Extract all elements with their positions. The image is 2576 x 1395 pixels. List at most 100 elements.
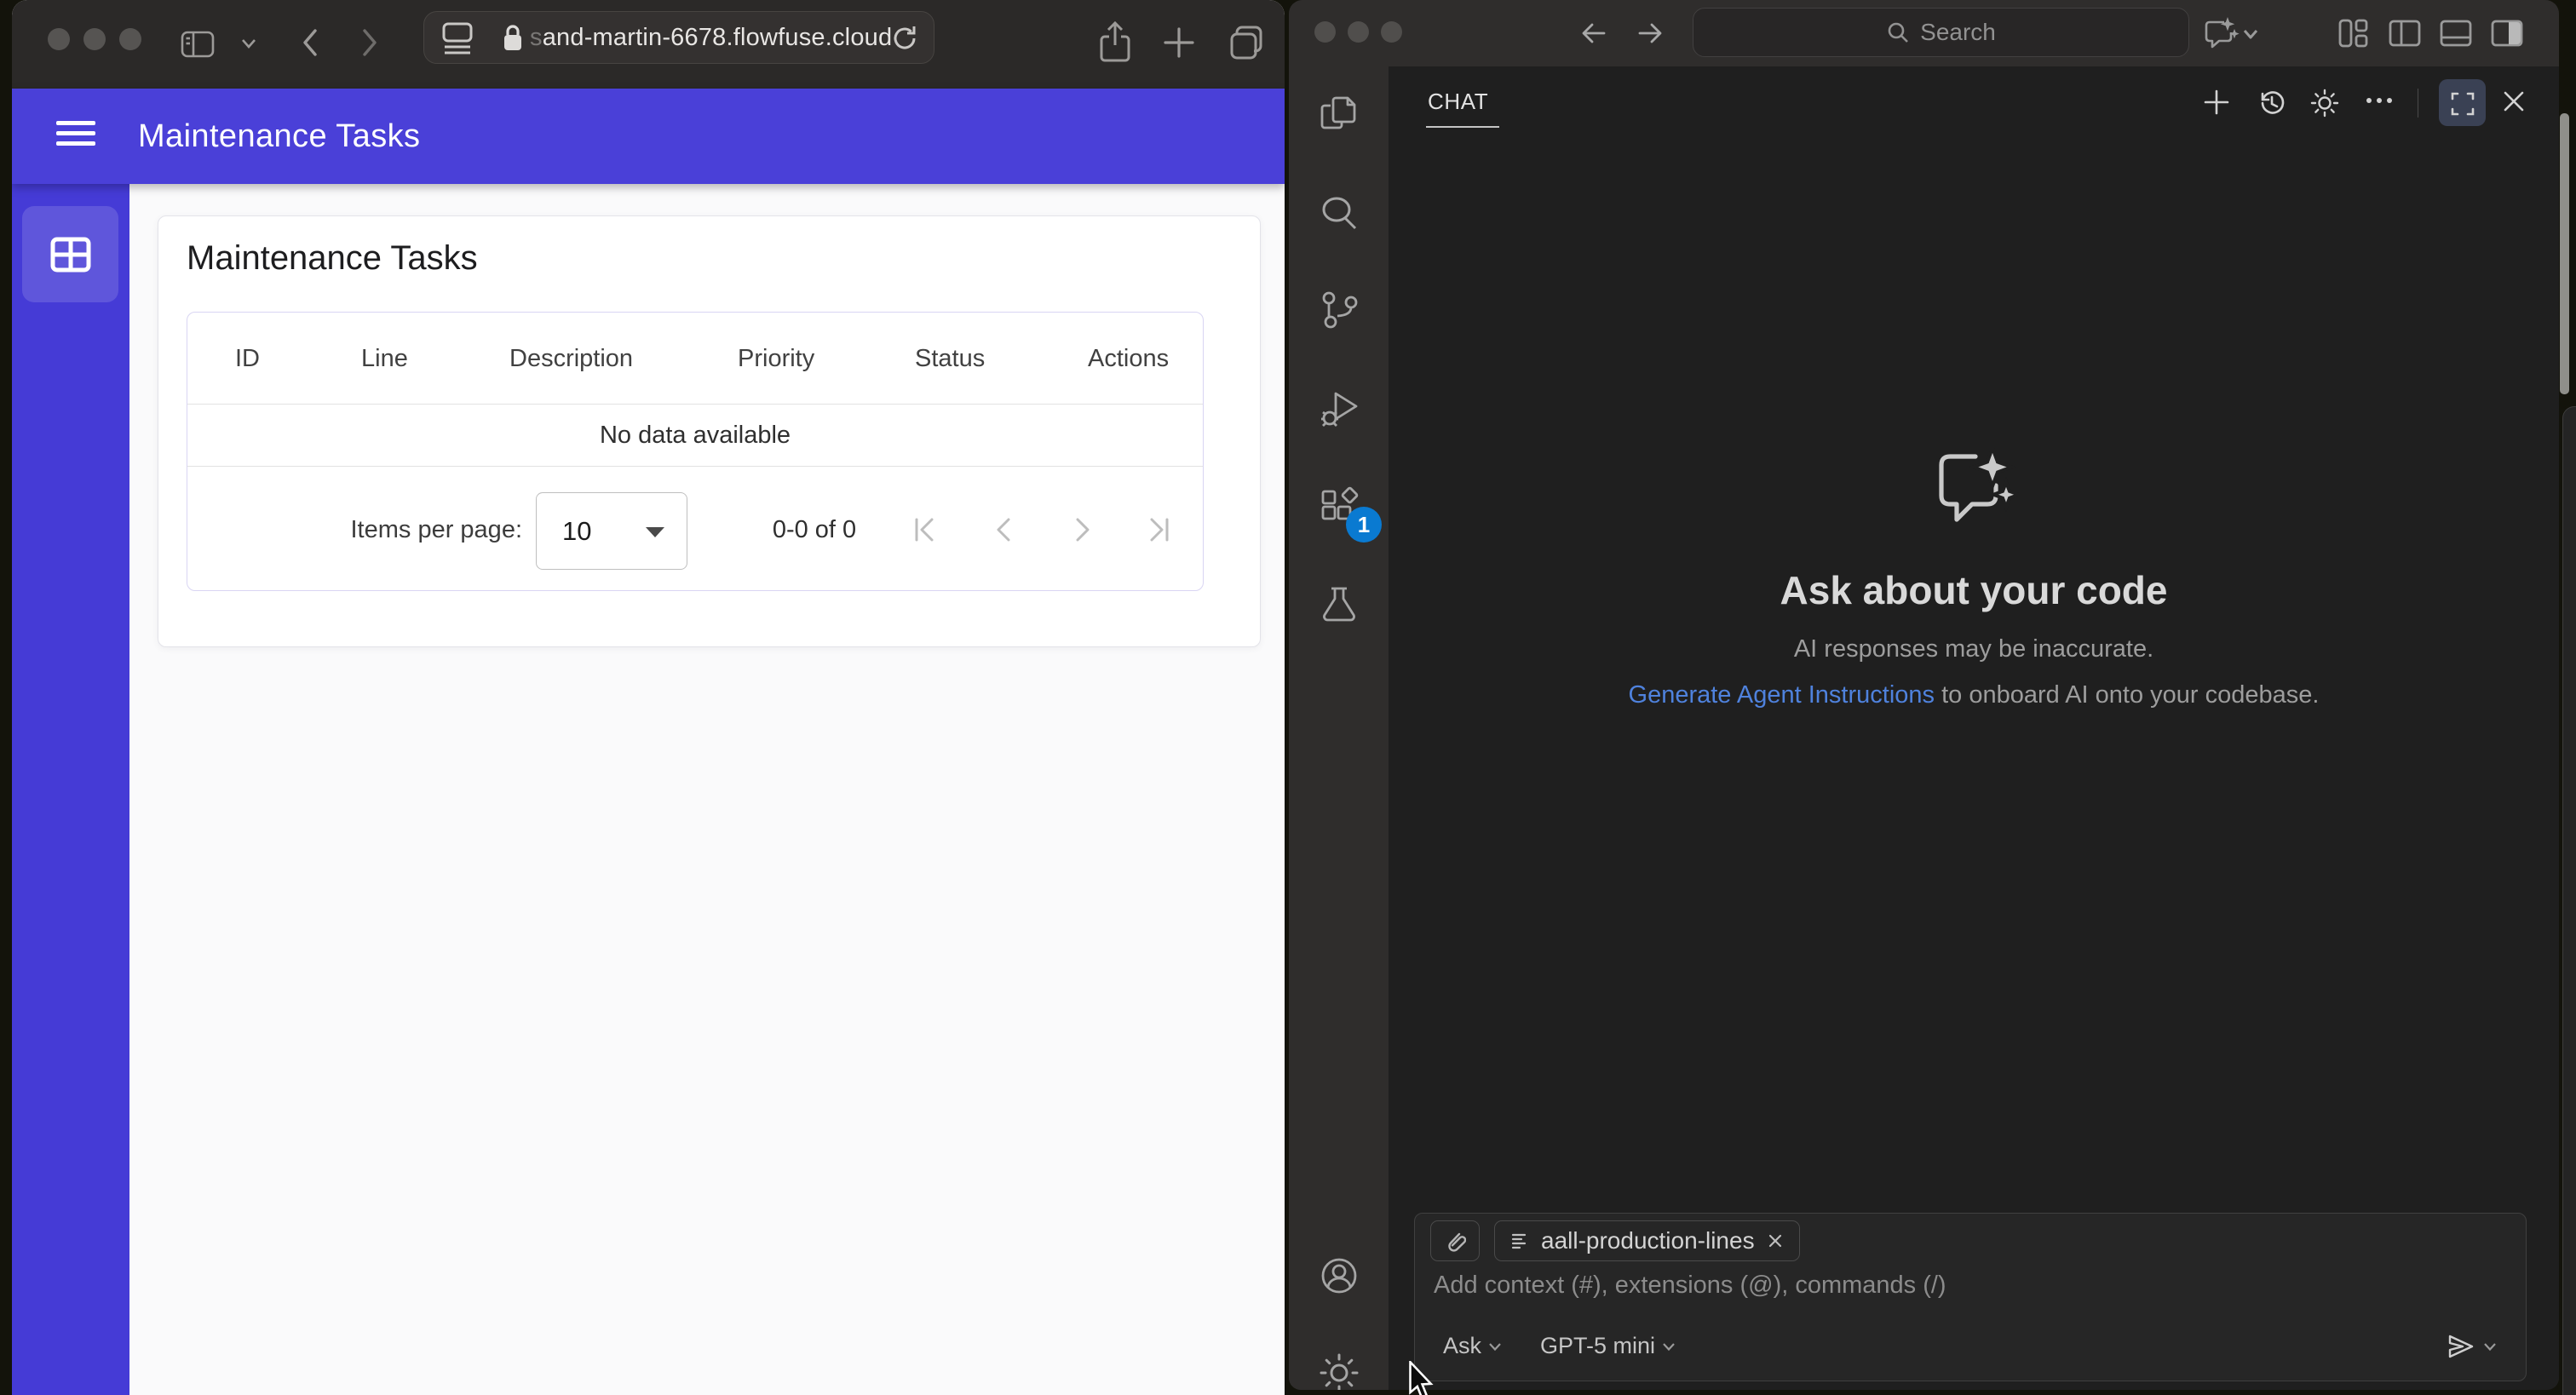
attach-button[interactable] bbox=[1430, 1220, 1480, 1261]
minimize-window-button[interactable] bbox=[83, 28, 106, 50]
hamburger-icon[interactable] bbox=[56, 121, 95, 146]
model-picker[interactable]: GPT-5 mini bbox=[1540, 1333, 1676, 1359]
page-settings-icon[interactable] bbox=[441, 20, 475, 56]
items-per-page-value: 10 bbox=[562, 516, 592, 546]
empty-link-line: Generate Agent Instructions to onboard A… bbox=[1389, 681, 2559, 709]
explorer-icon[interactable] bbox=[1319, 94, 1360, 135]
new-chat-icon[interactable] bbox=[2203, 89, 2230, 116]
paperclip-icon bbox=[1444, 1228, 1466, 1254]
settings-gear-icon[interactable] bbox=[1319, 1352, 1360, 1390]
column-header-status[interactable]: Status bbox=[915, 313, 985, 405]
app-bar-title: Maintenance Tasks bbox=[138, 118, 421, 154]
close-window-button[interactable] bbox=[48, 28, 70, 50]
copilot-menu-icon[interactable] bbox=[2202, 15, 2258, 53]
app-bar: Maintenance Tasks bbox=[12, 89, 1285, 184]
more-actions-icon[interactable] bbox=[2365, 95, 2394, 106]
empty-title: Ask about your code bbox=[1780, 568, 2168, 612]
mouse-cursor bbox=[1406, 1361, 1435, 1395]
chat-input-placeholder[interactable]: Add context (#), extensions (@), command… bbox=[1434, 1272, 1946, 1300]
chat-tab-underline bbox=[1426, 126, 1499, 128]
previous-page-button[interactable] bbox=[986, 511, 1023, 548]
column-header-line[interactable]: Line bbox=[361, 313, 408, 405]
back-button[interactable] bbox=[298, 22, 322, 63]
safari-window: sand-martin-6678.flowfuse.cloud Maintena… bbox=[12, 0, 1285, 1395]
maximize-panel-icon[interactable] bbox=[2449, 90, 2476, 118]
list-icon bbox=[1510, 1231, 1529, 1250]
attachment-chip[interactable]: aall-production-lines bbox=[1494, 1220, 1800, 1261]
toggle-sidebar-icon[interactable] bbox=[2388, 19, 2422, 48]
tasks-card: Maintenance Tasks ID Line Description Pr… bbox=[158, 215, 1261, 647]
chevron-down-icon[interactable] bbox=[240, 37, 257, 49]
close-window-button[interactable] bbox=[1314, 21, 1336, 43]
search-icon[interactable] bbox=[1319, 192, 1360, 233]
search-placeholder: Search bbox=[1920, 19, 1996, 45]
column-header-actions[interactable]: Actions bbox=[1088, 313, 1169, 405]
remove-attachment-icon[interactable] bbox=[1767, 1232, 1784, 1249]
reload-icon[interactable] bbox=[889, 23, 920, 54]
history-back-icon[interactable] bbox=[1578, 18, 1609, 49]
toggle-secondary-sidebar-icon[interactable] bbox=[2490, 19, 2524, 48]
mode-picker[interactable]: Ask bbox=[1443, 1333, 1502, 1359]
card-title: Maintenance Tasks bbox=[187, 239, 478, 277]
send-button[interactable] bbox=[2446, 1333, 2497, 1360]
zoom-window-button[interactable] bbox=[119, 28, 141, 50]
lock-icon bbox=[499, 22, 526, 55]
desktop: sand-martin-6678.flowfuse.cloud Maintena… bbox=[0, 0, 2576, 1395]
vscode-search-field[interactable]: Search bbox=[1693, 8, 2189, 57]
chat-settings-gear-icon[interactable] bbox=[2310, 89, 2339, 118]
first-page-button[interactable] bbox=[906, 511, 944, 548]
safari-toolbar: sand-martin-6678.flowfuse.cloud bbox=[12, 0, 1285, 89]
generate-instructions-link[interactable]: Generate Agent Instructions bbox=[1629, 681, 1935, 709]
url-capsule[interactable]: sand-martin-6678.flowfuse.cloud bbox=[423, 11, 934, 64]
new-tab-icon[interactable] bbox=[1160, 24, 1198, 61]
minimize-window-button[interactable] bbox=[1348, 21, 1369, 43]
chat-tab[interactable]: CHAT bbox=[1428, 89, 1488, 115]
next-page-button[interactable] bbox=[1063, 511, 1101, 548]
forward-button[interactable] bbox=[358, 22, 382, 63]
source-control-icon[interactable] bbox=[1319, 290, 1360, 330]
activity-bar: 1 bbox=[1289, 66, 1389, 1390]
column-header-priority[interactable]: Priority bbox=[738, 313, 814, 405]
history-forward-icon[interactable] bbox=[1635, 18, 1665, 49]
last-page-button[interactable] bbox=[1140, 511, 1177, 548]
table-footer: Items per page: 10 0-0 of 0 bbox=[187, 467, 1203, 591]
chat-input-container[interactable]: aall-production-lines Add context (#), e… bbox=[1414, 1213, 2527, 1381]
toggle-panel-icon[interactable] bbox=[2439, 19, 2473, 48]
run-debug-icon[interactable] bbox=[1319, 388, 1360, 429]
column-header-id[interactable]: ID bbox=[235, 313, 260, 405]
close-panel-icon[interactable] bbox=[2501, 89, 2527, 114]
url-text[interactable]: sand-martin-6678.flowfuse.cloud bbox=[530, 12, 892, 63]
items-per-page-select[interactable]: 10 bbox=[536, 492, 687, 570]
column-header-description[interactable]: Description bbox=[509, 313, 633, 405]
chevron-down-icon bbox=[1663, 1342, 1675, 1351]
chat-panel: CHAT Ask about your code AI responses ma… bbox=[1389, 66, 2559, 1390]
items-per-page-label: Items per page: bbox=[350, 516, 523, 543]
share-icon[interactable] bbox=[1095, 20, 1135, 67]
table-grid-icon bbox=[49, 236, 92, 273]
customize-layout-icon[interactable] bbox=[2337, 18, 2369, 49]
empty-subtitle: AI responses may be inaccurate. bbox=[1793, 635, 2154, 663]
vscode-titlebar: Search bbox=[1289, 0, 2559, 66]
account-icon[interactable] bbox=[1319, 1255, 1360, 1296]
background-scrollbar bbox=[2560, 113, 2569, 394]
zoom-window-button[interactable] bbox=[1381, 21, 1402, 43]
select-caret-icon bbox=[646, 527, 664, 537]
sidebar-item-tasks[interactable] bbox=[22, 206, 118, 302]
tab-overview-icon[interactable] bbox=[1225, 22, 1268, 65]
mode-label: Ask bbox=[1443, 1333, 1482, 1358]
traffic-lights[interactable] bbox=[48, 28, 141, 50]
chevron-down-icon bbox=[1489, 1342, 1501, 1351]
link-suffix: to onboard AI onto your codebase. bbox=[1935, 681, 2320, 709]
vscode-window: Search 1 CHAT Ask about your code AI res… bbox=[1289, 0, 2559, 1390]
send-options-chevron-icon[interactable] bbox=[2483, 1341, 2497, 1352]
model-label: GPT-5 mini bbox=[1540, 1333, 1656, 1358]
chat-history-icon[interactable] bbox=[2257, 89, 2286, 118]
testing-icon[interactable] bbox=[1319, 584, 1360, 625]
tasks-table: ID Line Description Priority Status Acti… bbox=[187, 312, 1204, 591]
app-content: Maintenance Tasks ID Line Description Pr… bbox=[129, 184, 1285, 1395]
attachment-chip-label: aall-production-lines bbox=[1541, 1227, 1755, 1254]
search-icon bbox=[1886, 20, 1910, 44]
sidebar-toggle-icon[interactable] bbox=[179, 27, 216, 61]
extensions-badge: 1 bbox=[1346, 507, 1382, 542]
vscode-traffic-lights[interactable] bbox=[1314, 21, 1402, 43]
